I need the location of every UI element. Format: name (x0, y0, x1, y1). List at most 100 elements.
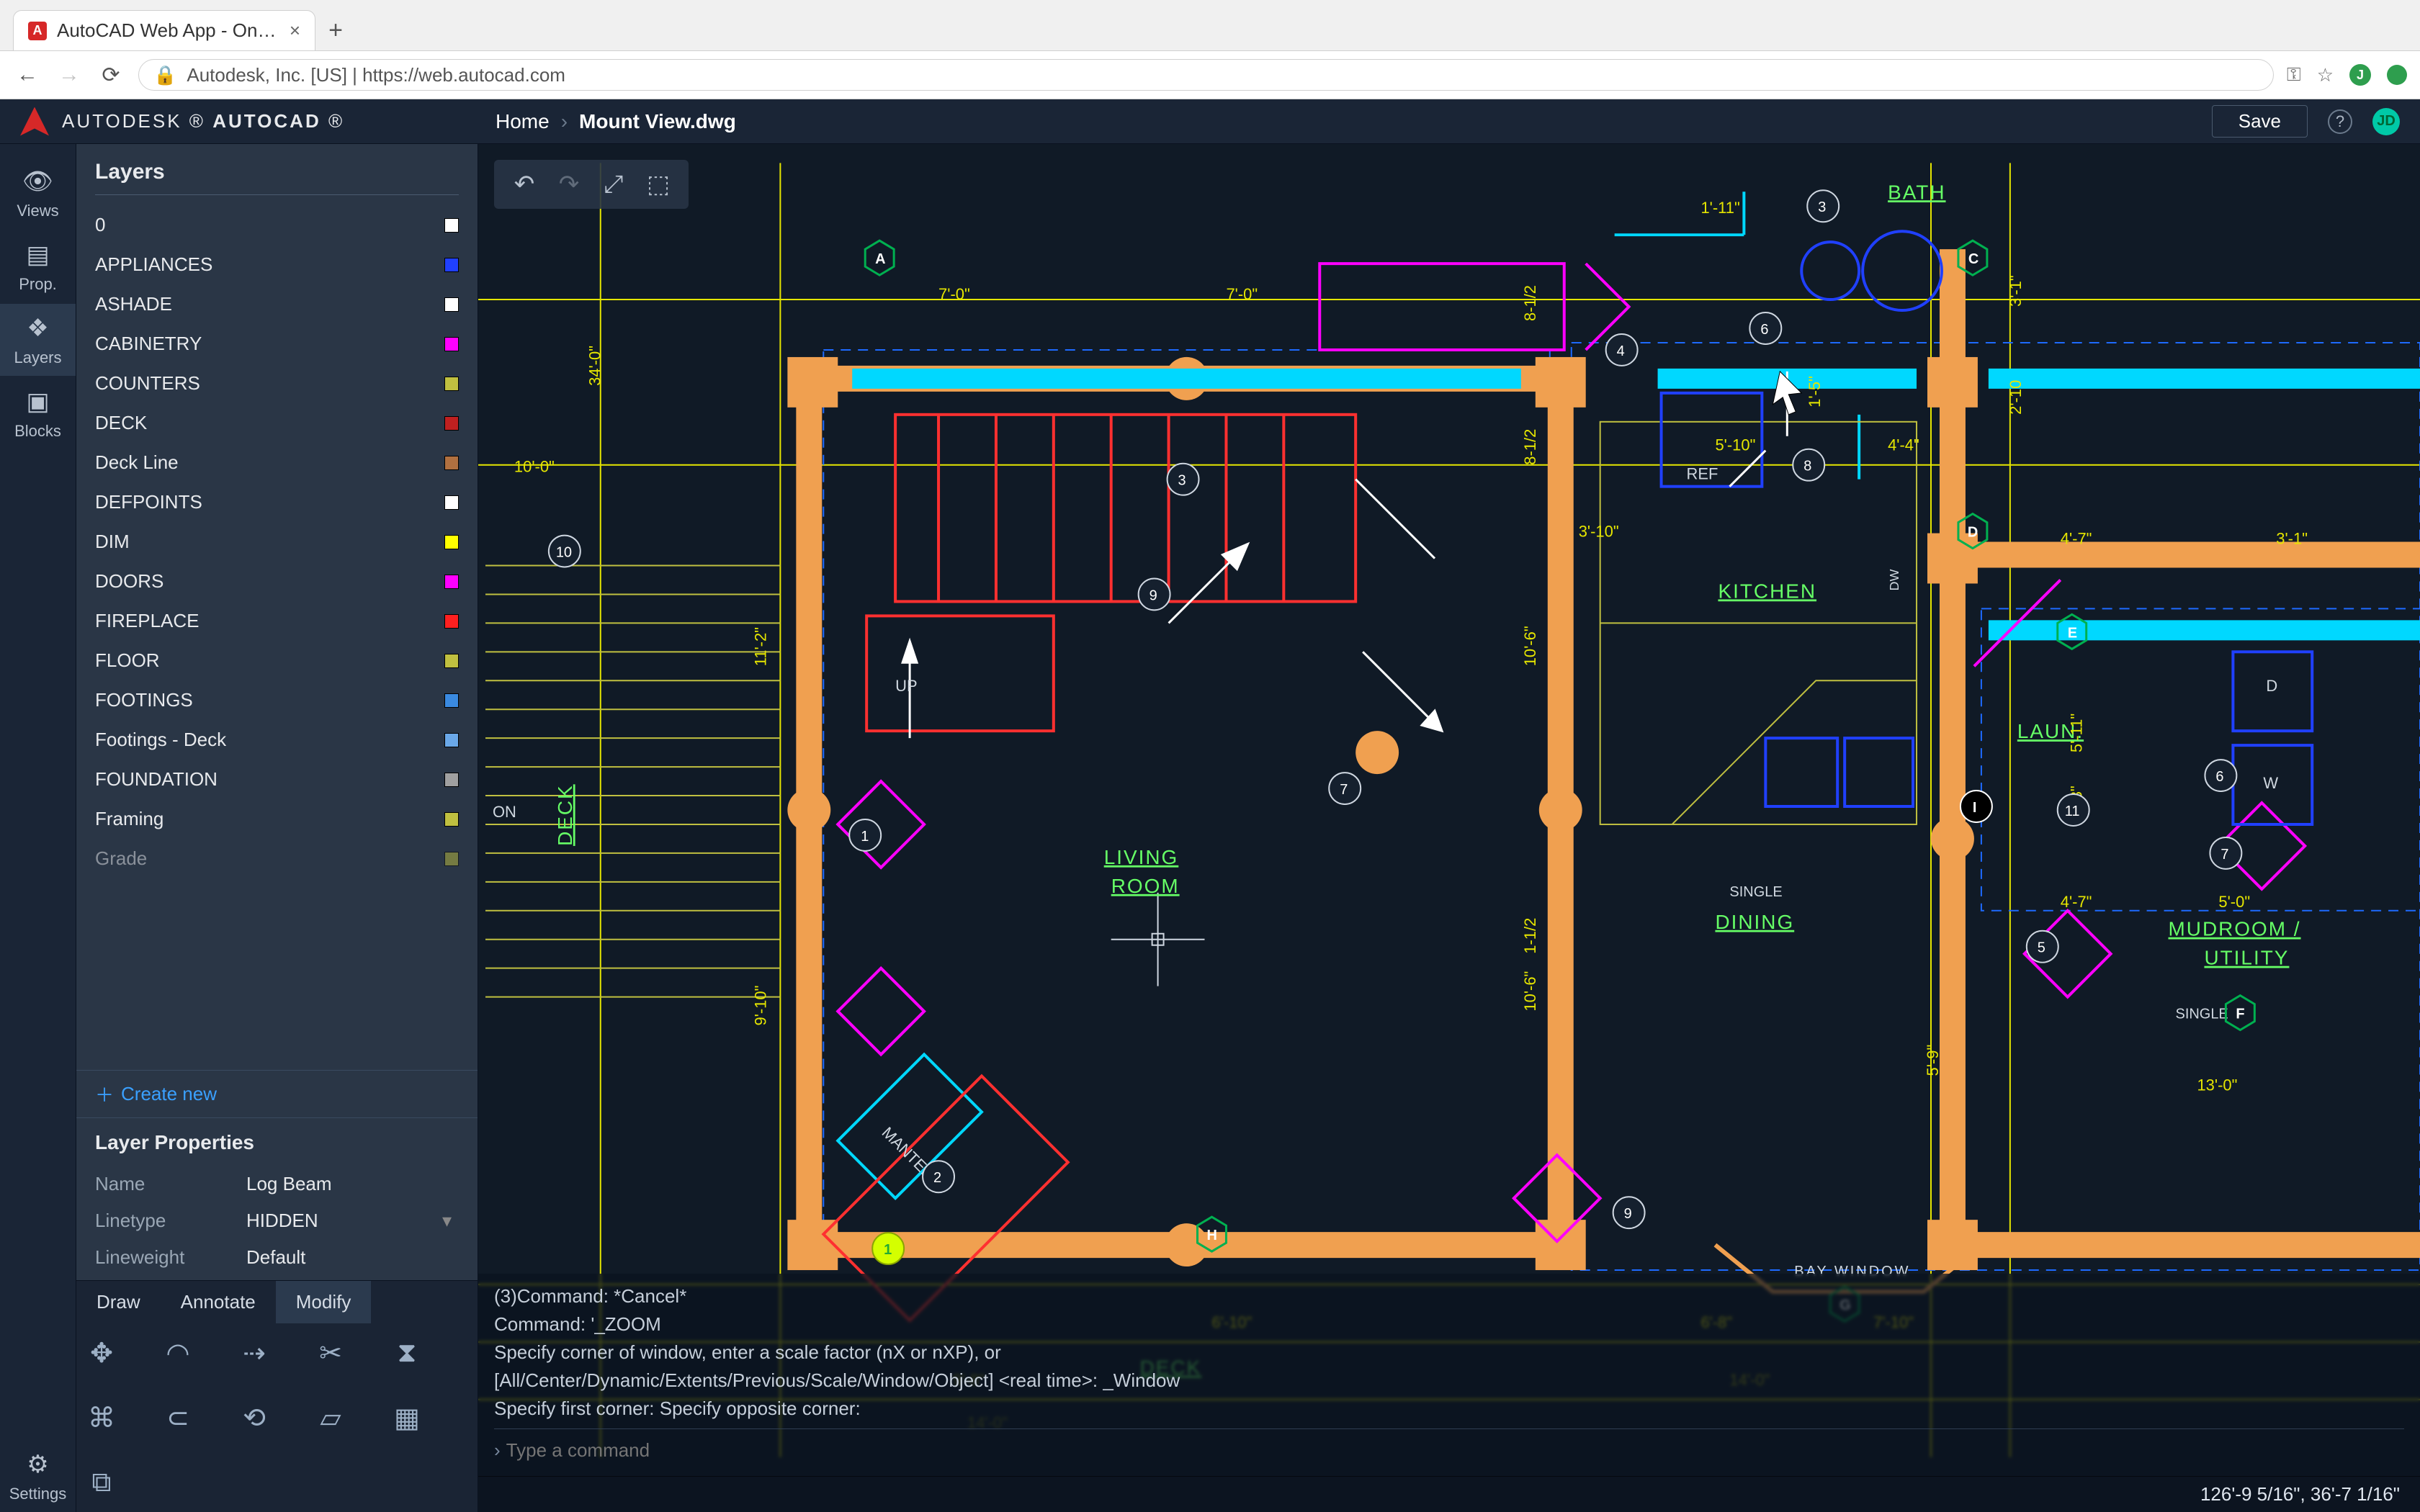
copy-icon[interactable]: ⧉ (84, 1464, 120, 1500)
layer-row[interactable]: DECK (76, 403, 478, 443)
extend-icon[interactable]: ⇢ (236, 1335, 272, 1371)
layer-row[interactable]: Framing (76, 799, 478, 839)
tab-modify[interactable]: Modify (276, 1281, 372, 1323)
layer-row[interactable]: CABINETRY (76, 324, 478, 364)
dim-4-7b: 4'-7" (2061, 530, 2092, 548)
offset-icon[interactable]: ⊂ (160, 1400, 196, 1436)
create-layer-button[interactable]: ＋ Create new (76, 1070, 478, 1117)
undo-icon[interactable]: ↶ (507, 167, 542, 202)
layer-color-swatch[interactable] (444, 337, 459, 351)
addr-right-icons: ⚿ ☆ J (2287, 63, 2407, 86)
browser-tab[interactable]: A AutoCAD Web App - Online CA × (13, 10, 315, 50)
user-avatar[interactable]: JD (2372, 108, 2400, 135)
zoom-extents-icon[interactable]: ⤢ (596, 167, 631, 202)
rail-settings[interactable]: ⚙ Settings (0, 1440, 76, 1512)
label-appl-w: W (2263, 774, 2278, 792)
layer-row[interactable]: DOORS (76, 562, 478, 601)
rail-views-label: Views (17, 202, 58, 220)
zoom-window-icon[interactable]: ⬚ (641, 167, 676, 202)
layer-row[interactable]: ASHADE (76, 284, 478, 324)
tool-grid: ✥ ◠ ⇢ ✂ ⧗ ⌘ ⊂ ⟲ ▱ ▦ ⧉ (76, 1323, 478, 1512)
scale-icon[interactable]: ▱ (313, 1400, 349, 1436)
layer-properties: Layer Properties Name Log Beam Linetype … (76, 1117, 478, 1280)
url-field[interactable]: 🔒 Autodesk, Inc. [US] | https://web.auto… (138, 59, 2274, 91)
layer-row[interactable]: FOOTINGS (76, 680, 478, 720)
key-icon[interactable]: ⚿ (2287, 63, 2301, 86)
star-icon[interactable]: ☆ (2317, 64, 2334, 86)
reload-icon[interactable]: ⟳ (97, 60, 125, 89)
save-button[interactable]: Save (2212, 105, 2308, 138)
close-tab-icon[interactable]: × (290, 19, 300, 42)
arc-icon[interactable]: ◠ (160, 1335, 196, 1371)
new-tab-button[interactable]: + (315, 10, 356, 50)
join-icon[interactable]: ⌘ (84, 1400, 120, 1436)
forward-icon[interactable]: → (55, 60, 84, 89)
layer-color-swatch[interactable] (444, 693, 459, 708)
layer-color-swatch[interactable] (444, 297, 459, 312)
layer-row[interactable]: FOUNDATION (76, 760, 478, 799)
back-icon[interactable]: ← (13, 60, 42, 89)
rail-settings-label: Settings (9, 1485, 67, 1503)
layer-color-swatch[interactable] (444, 258, 459, 272)
layer-row[interactable]: FLOOR (76, 641, 478, 680)
crumb-home[interactable]: Home (496, 110, 550, 133)
browser-address-bar: ← → ⟳ 🔒 Autodesk, Inc. [US] | https://we… (0, 50, 2420, 99)
cmd-l1: (3)Command: *Cancel* (494, 1282, 2404, 1310)
layer-color-swatch[interactable] (444, 654, 459, 668)
move-icon[interactable]: ✥ (84, 1335, 120, 1371)
layer-color-swatch[interactable] (444, 535, 459, 549)
dim-3-1: 3'-1" (2276, 530, 2308, 548)
tab-draw[interactable]: Draw (76, 1281, 161, 1323)
layer-row[interactable]: COUNTERS (76, 364, 478, 403)
mirror-icon[interactable]: ⧗ (389, 1335, 425, 1371)
trim-icon[interactable]: ✂ (313, 1335, 349, 1371)
extension-icon[interactable] (2387, 65, 2407, 85)
chevron-right-icon: › (494, 1439, 501, 1462)
array-icon[interactable]: ▦ (389, 1400, 425, 1436)
dim-3-1b: 3'-1" (2007, 275, 2025, 307)
layer-color-swatch[interactable] (444, 614, 459, 629)
svg-text:D: D (1968, 525, 1978, 541)
layer-row[interactable]: Deck Line (76, 443, 478, 482)
layer-list[interactable]: 0APPLIANCESASHADE CABINETRY COUNTERSDECKDe… (76, 202, 478, 1070)
layer-color-swatch[interactable] (444, 218, 459, 233)
label-on: ON (493, 803, 516, 821)
layer-color-swatch[interactable] (444, 575, 459, 589)
drawing-canvas[interactable]: ↶ ↷ ⤢ ⬚ (478, 144, 2420, 1476)
prop-lw-value[interactable]: Default (246, 1246, 459, 1269)
prop-name-value[interactable]: Log Beam (246, 1173, 459, 1195)
layer-color-swatch[interactable] (444, 377, 459, 391)
tab-annotate[interactable]: Annotate (161, 1281, 276, 1323)
layer-color-swatch[interactable] (444, 812, 459, 827)
dim-8h-b: 8-1/2 (1521, 429, 1539, 465)
rotate-icon[interactable]: ⟲ (236, 1400, 272, 1436)
layer-color-swatch[interactable] (444, 416, 459, 431)
rail-properties[interactable]: ▤ Prop. (0, 230, 76, 302)
favicon-autocad: A (28, 22, 47, 40)
brand: AUTODESK ® AUTOCAD ® (20, 107, 496, 136)
rail-layers[interactable]: ❖ Layers (0, 304, 76, 376)
profile-avatar[interactable]: J (2349, 64, 2371, 86)
rail-blocks[interactable]: ▣ Blocks (0, 377, 76, 449)
layer-row[interactable]: APPLIANCES (76, 245, 478, 284)
layer-row[interactable]: DEFPOINTS (76, 482, 478, 522)
prop-lt-value[interactable]: HIDDEN (246, 1210, 459, 1232)
layer-row[interactable]: FIREPLACE (76, 601, 478, 641)
layer-row[interactable]: DIM (76, 522, 478, 562)
redo-icon[interactable]: ↷ (552, 167, 586, 202)
layer-color-swatch[interactable] (444, 495, 459, 510)
dim-4-7: 4'-7" (2061, 893, 2092, 911)
layer-name: CABINETRY (95, 333, 202, 355)
layer-name: FIREPLACE (95, 610, 200, 632)
layer-row[interactable]: Grade (76, 839, 478, 878)
autocad-app: AUTODESK ® AUTOCAD ® Home › Mount View.d… (0, 99, 2420, 1512)
layer-color-swatch[interactable] (444, 773, 459, 787)
help-icon[interactable]: ? (2328, 109, 2352, 134)
command-input[interactable] (501, 1435, 2404, 1466)
layer-color-swatch[interactable] (444, 852, 459, 866)
layer-color-swatch[interactable] (444, 456, 459, 470)
layer-row[interactable]: Footings - Deck (76, 720, 478, 760)
layer-color-swatch[interactable] (444, 733, 459, 747)
rail-views[interactable]: 👁 Views (0, 157, 76, 229)
layer-row[interactable]: 0 (76, 205, 478, 245)
